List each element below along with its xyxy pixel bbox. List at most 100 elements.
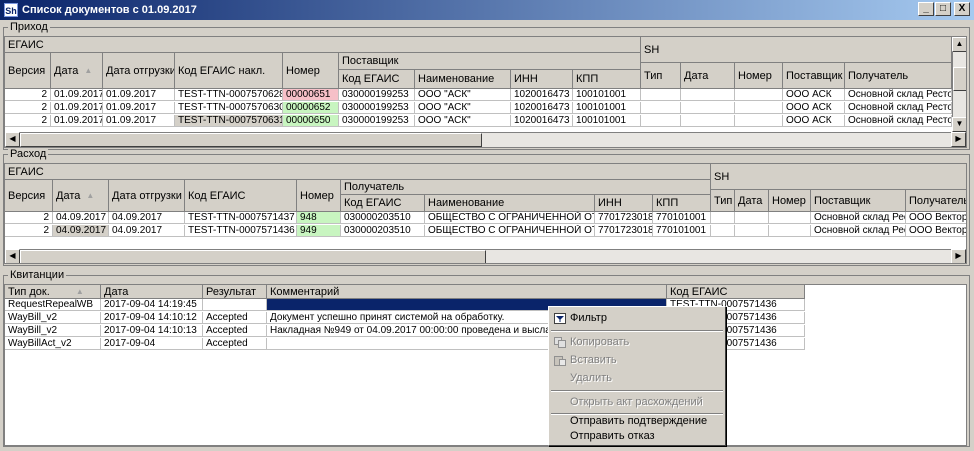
incoming-col-supplier-code[interactable]: Код ЕГАИС — [339, 70, 415, 89]
outgoing-cell-receiver-code: 030000203510 — [341, 225, 425, 237]
minimize-button[interactable]: _ — [918, 2, 934, 16]
incoming-cell-ship-date: 01.09.2017 — [103, 115, 175, 127]
outgoing-cell-sh-receiver: ООО Вектор — [906, 225, 966, 237]
outgoing-cell-receiver-name: ОБЩЕСТВО С ОГРАНИЧЕННОЙ ОТВЕТСТВЕННОСТЬЮ — [425, 212, 595, 224]
outgoing-col-sh-date[interactable]: Дата — [735, 190, 769, 212]
receipts-col-egais-code[interactable]: Код ЕГАИС — [667, 285, 805, 299]
incoming-band-sh: SH — [641, 37, 952, 63]
outgoing-grid[interactable]: ЕГАИС SH Версия Дата ▲ Дата отгрузки Код … — [4, 163, 967, 264]
incoming-cell-egais-code: TEST-TTN-0007570630 — [175, 102, 283, 114]
receipts-col-result[interactable]: Результат — [203, 285, 267, 299]
incoming-col-version[interactable]: Версия — [5, 53, 51, 89]
scroll-up-icon[interactable]: ▲ — [952, 37, 966, 52]
outgoing-cell-date: 04.09.2017 — [53, 225, 109, 237]
sort-asc-icon: ▲ — [84, 66, 93, 75]
incoming-cell-sh-date — [681, 89, 735, 101]
incoming-col-sh-date[interactable]: Дата — [681, 63, 735, 89]
menu-item-open-discrepancy-act[interactable]: Открыть акт расхождений — [551, 394, 723, 411]
incoming-cell-supplier-code: 030000199253 — [339, 89, 415, 101]
incoming-cell-number: 00000651 — [283, 89, 339, 101]
receipts-col-comment[interactable]: Комментарий — [267, 285, 667, 299]
context-menu[interactable]: Фильтр Копировать Вставить Удалить Откры… — [548, 306, 726, 446]
menu-item-filter[interactable]: Фильтр — [551, 310, 723, 327]
outgoing-col-sh-supplier[interactable]: Поставщик — [811, 190, 906, 212]
receipts-cell-date: 2017-09-04 14:10:13 — [101, 325, 203, 337]
outgoing-hscroll-thumb[interactable] — [20, 250, 486, 263]
outgoing-col-kpp[interactable]: КПП — [653, 195, 711, 212]
incoming-grid[interactable]: ЕГАИС SH Версия Дата ▲ Дата отгрузки Код … — [4, 36, 967, 148]
incoming-cell-sh-type — [641, 115, 681, 127]
incoming-hscroll[interactable]: ◀ ▶ — [5, 132, 966, 147]
incoming-col-egais-code[interactable]: Код ЕГАИС накл. — [175, 53, 283, 89]
outgoing-cell-sh-supplier: Основной склад Ресторана — [811, 212, 906, 224]
incoming-vscroll[interactable]: ▲ ▼ — [952, 37, 966, 133]
receipts-col-date[interactable]: Дата — [101, 285, 203, 299]
close-button[interactable]: X — [954, 2, 970, 16]
outgoing-cell-kpp: 770101001 — [653, 212, 711, 224]
menu-item-paste[interactable]: Вставить — [551, 352, 723, 369]
outgoing-col-egais-code[interactable]: Код ЕГАИС — [185, 180, 297, 212]
incoming-col-sh-number[interactable]: Номер — [735, 63, 783, 89]
scroll-left-icon[interactable]: ◀ — [5, 132, 20, 147]
incoming-cell-sh-number — [735, 102, 783, 114]
incoming-col-inn[interactable]: ИНН — [511, 70, 573, 89]
outgoing-col-receiver-code[interactable]: Код ЕГАИС — [341, 195, 425, 212]
outgoing-band-receiver: Получатель — [341, 180, 711, 195]
incoming-col-sh-type[interactable]: Тип — [641, 63, 681, 89]
outgoing-cell-egais-code: TEST-TTN-0007571437 — [185, 212, 297, 224]
scroll-right-icon[interactable]: ▶ — [951, 132, 966, 147]
paste-icon — [554, 356, 566, 366]
outgoing-col-version[interactable]: Версия — [5, 180, 53, 212]
incoming-col-kpp[interactable]: КПП — [573, 70, 641, 89]
incoming-col-sh-receiver[interactable]: Получатель — [845, 63, 952, 89]
outgoing-col-sh-type[interactable]: Тип — [711, 190, 735, 212]
outgoing-cell-receiver-code: 030000203510 — [341, 212, 425, 224]
incoming-hscroll-thumb[interactable] — [20, 133, 482, 147]
outgoing-col-number[interactable]: Номер — [297, 180, 341, 212]
menu-item-send-confirmation-label: Отправить подтверждение — [570, 415, 708, 427]
incoming-vscroll-thumb[interactable] — [953, 67, 966, 91]
outgoing-cell-inn: 7701723018 — [595, 225, 653, 237]
receipts-grid[interactable]: Тип док. ▲ Дата Результат Комментарий Код… — [4, 284, 967, 446]
incoming-col-ship-date[interactable]: Дата отгрузки — [103, 53, 175, 89]
incoming-cell-sh-date — [681, 115, 735, 127]
outgoing-col-date[interactable]: Дата ▲ — [53, 180, 109, 212]
scroll-left-icon[interactable]: ◀ — [5, 249, 20, 263]
receipts-col-doc-type-label: Тип док. — [8, 285, 50, 298]
incoming-cell-date: 01.09.2017 — [51, 102, 103, 114]
receipts-col-doc-type[interactable]: Тип док. ▲ — [5, 285, 101, 299]
outgoing-cell-version: 2 — [5, 225, 53, 237]
scroll-right-icon[interactable]: ▶ — [951, 249, 966, 263]
window-titlebar[interactable]: Sh Список документов с 01.09.2017 _ □ X — [0, 0, 974, 20]
outgoing-cell-sh-number — [769, 212, 811, 224]
sort-asc-icon: ▲ — [75, 287, 84, 296]
menu-separator — [551, 330, 723, 332]
incoming-cell-number: 00000652 — [283, 102, 339, 114]
outgoing-cell-number: 949 — [297, 225, 341, 237]
incoming-col-number[interactable]: Номер — [283, 53, 339, 89]
menu-item-send-rejection-label: Отправить отказ — [570, 430, 655, 442]
incoming-cell-sh-supplier: ООО АСК — [783, 89, 845, 101]
incoming-cell-ship-date: 01.09.2017 — [103, 89, 175, 101]
outgoing-col-inn[interactable]: ИНН — [595, 195, 653, 212]
outgoing-cell-sh-supplier: Основной склад Ресторана — [811, 225, 906, 237]
maximize-button[interactable]: □ — [935, 2, 951, 16]
menu-item-copy[interactable]: Копировать — [551, 334, 723, 351]
outgoing-col-sh-receiver[interactable]: Получатель — [906, 190, 966, 212]
outgoing-hscroll[interactable]: ◀ ▶ — [5, 249, 966, 263]
incoming-cell-sh-supplier: ООО АСК — [783, 102, 845, 114]
incoming-band-supplier: Поставщик — [339, 53, 641, 70]
menu-item-send-rejection[interactable]: Отправить отказ — [551, 428, 723, 445]
incoming-cell-sh-date — [681, 102, 735, 114]
outgoing-cell-sh-type — [711, 225, 735, 237]
receipts-cell-date: 2017-09-04 14:19:45 — [101, 299, 203, 311]
incoming-col-date[interactable]: Дата ▲ — [51, 53, 103, 89]
incoming-col-sh-supplier[interactable]: Поставщик — [783, 63, 845, 89]
menu-item-delete[interactable]: Удалить — [551, 370, 723, 387]
incoming-col-supplier-name[interactable]: Наименование — [415, 70, 511, 89]
scroll-down-icon[interactable]: ▼ — [952, 117, 966, 132]
outgoing-col-sh-number[interactable]: Номер — [769, 190, 811, 212]
outgoing-col-receiver-name[interactable]: Наименование — [425, 195, 595, 212]
outgoing-col-ship-date[interactable]: Дата отгрузки — [109, 180, 185, 212]
outgoing-col-date-label: Дата — [56, 189, 81, 202]
